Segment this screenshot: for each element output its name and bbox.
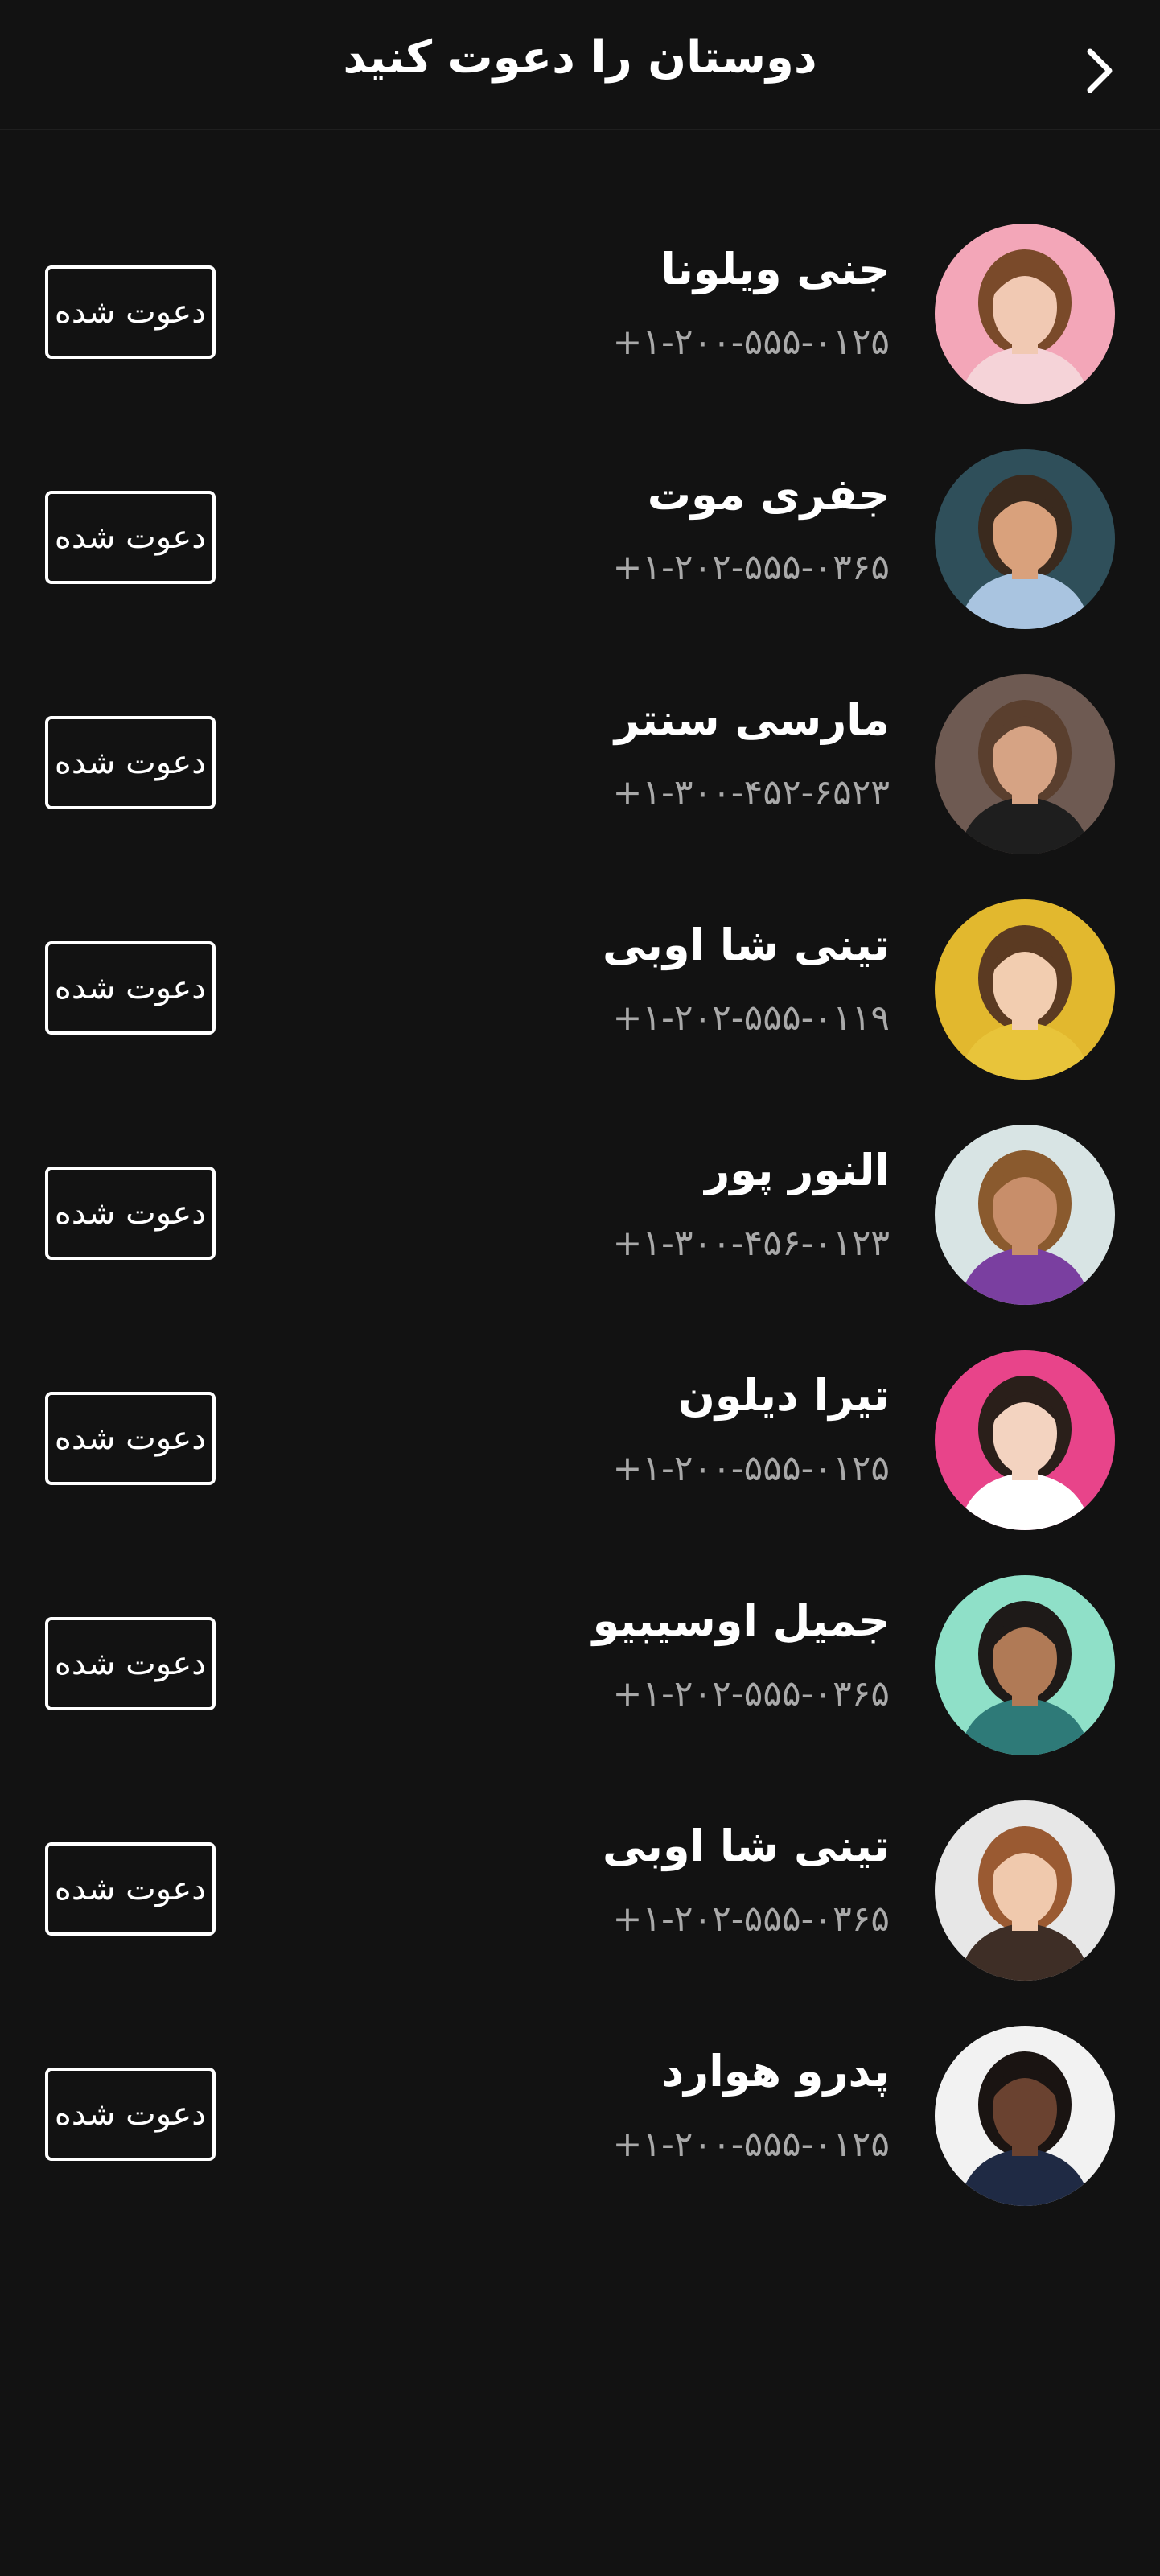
invited-button[interactable]: دعوت شده <box>45 1167 216 1260</box>
contact-row: جمیل اوسیبیو +۱-۲۰۲-۵۵۵-۰۳۶۵ دعوت شده <box>0 1553 1160 1778</box>
avatar-portrait <box>959 1601 1091 1755</box>
contact-row: تینی شا اوبی +۱-۲۰۲-۵۵۵-۰۱۱۹ دعوت شده <box>0 877 1160 1102</box>
contact-name: تینی شا اوبی <box>603 920 890 970</box>
contact-name: جنی ویلونا <box>660 244 890 294</box>
contact-row: جفری موت +۱-۲۰۲-۵۵۵-۰۳۶۵ دعوت شده <box>0 426 1160 652</box>
avatar <box>935 1125 1115 1305</box>
app-header: دوستان را دعوت کنید <box>0 0 1160 130</box>
contact-name: پدرو هوارد <box>661 2046 890 2097</box>
invited-button[interactable]: دعوت شده <box>45 265 216 359</box>
invited-button[interactable]: دعوت شده <box>45 716 216 809</box>
contact-name: تیرا دیلون <box>677 1370 890 1421</box>
avatar-portrait <box>959 1826 1091 1981</box>
contact-phone: +۱-۳۰۰-۴۵۶-۰۱۲۳ <box>612 1223 890 1264</box>
contact-row: پدرو هوارد +۱-۲۰۰-۵۵۵-۰۱۲۵ دعوت شده <box>0 2003 1160 2228</box>
contact-phone: +۱-۲۰۲-۵۵۵-۰۳۶۵ <box>612 1673 890 1714</box>
avatar-portrait <box>959 475 1091 629</box>
avatar <box>935 224 1115 404</box>
avatar-portrait <box>959 249 1091 404</box>
avatar-portrait <box>959 700 1091 854</box>
avatar <box>935 674 1115 854</box>
invited-button[interactable]: دعوت شده <box>45 2068 216 2161</box>
contact-phone: +۱-۳۰۰-۴۵۲-۶۵۲۳ <box>612 772 890 813</box>
contact-name: مارسی سنتر <box>614 694 890 745</box>
invited-button[interactable]: دعوت شده <box>45 941 216 1035</box>
invited-button[interactable]: دعوت شده <box>45 491 216 584</box>
contact-phone: +۱-۲۰۰-۵۵۵-۰۱۲۵ <box>612 2124 890 2165</box>
contact-phone: +۱-۲۰۲-۵۵۵-۰۳۶۵ <box>612 1899 890 1940</box>
contact-row: النور پور +۱-۳۰۰-۴۵۶-۰۱۲۳ دعوت شده <box>0 1102 1160 1327</box>
avatar-portrait <box>959 1150 1091 1305</box>
contact-name: تینی شا اوبی <box>603 1821 890 1871</box>
invited-button[interactable]: دعوت شده <box>45 1842 216 1936</box>
contact-phone: +۱-۲۰۰-۵۵۵-۰۱۲۵ <box>612 322 890 363</box>
avatar <box>935 2026 1115 2206</box>
contact-row: مارسی سنتر +۱-۳۰۰-۴۵۲-۶۵۲۳ دعوت شده <box>0 652 1160 877</box>
avatar <box>935 1350 1115 1530</box>
contact-row: تینی شا اوبی +۱-۲۰۲-۵۵۵-۰۳۶۵ دعوت شده <box>0 1778 1160 2003</box>
invited-button[interactable]: دعوت شده <box>45 1617 216 1710</box>
page-title: دوستان را دعوت کنید <box>343 31 817 84</box>
invited-button[interactable]: دعوت شده <box>45 1392 216 1485</box>
avatar-portrait <box>959 925 1091 1080</box>
avatar <box>935 1800 1115 1981</box>
contact-phone: +۱-۲۰۲-۵۵۵-۰۳۶۵ <box>612 547 890 588</box>
avatar <box>935 449 1115 629</box>
contact-row: تیرا دیلون +۱-۲۰۰-۵۵۵-۰۱۲۵ دعوت شده <box>0 1327 1160 1553</box>
back-button[interactable] <box>1072 40 1128 101</box>
avatar <box>935 1575 1115 1755</box>
contact-phone: +۱-۲۰۲-۵۵۵-۰۱۱۹ <box>612 998 890 1039</box>
contact-phone: +۱-۲۰۰-۵۵۵-۰۱۲۵ <box>612 1448 890 1489</box>
contact-list: جنی ویلونا +۱-۲۰۰-۵۵۵-۰۱۲۵ دعوت شده جفری مو… <box>0 201 1160 2228</box>
avatar-portrait <box>959 1376 1091 1530</box>
chevron-right-icon <box>1087 48 1113 93</box>
contact-row: جنی ویلونا +۱-۲۰۰-۵۵۵-۰۱۲۵ دعوت شده <box>0 201 1160 426</box>
contact-name: النور پور <box>705 1145 890 1195</box>
contact-name: جمیل اوسیبیو <box>592 1595 890 1646</box>
avatar-portrait <box>959 2051 1091 2206</box>
avatar <box>935 899 1115 1080</box>
contact-name: جفری موت <box>647 469 890 520</box>
